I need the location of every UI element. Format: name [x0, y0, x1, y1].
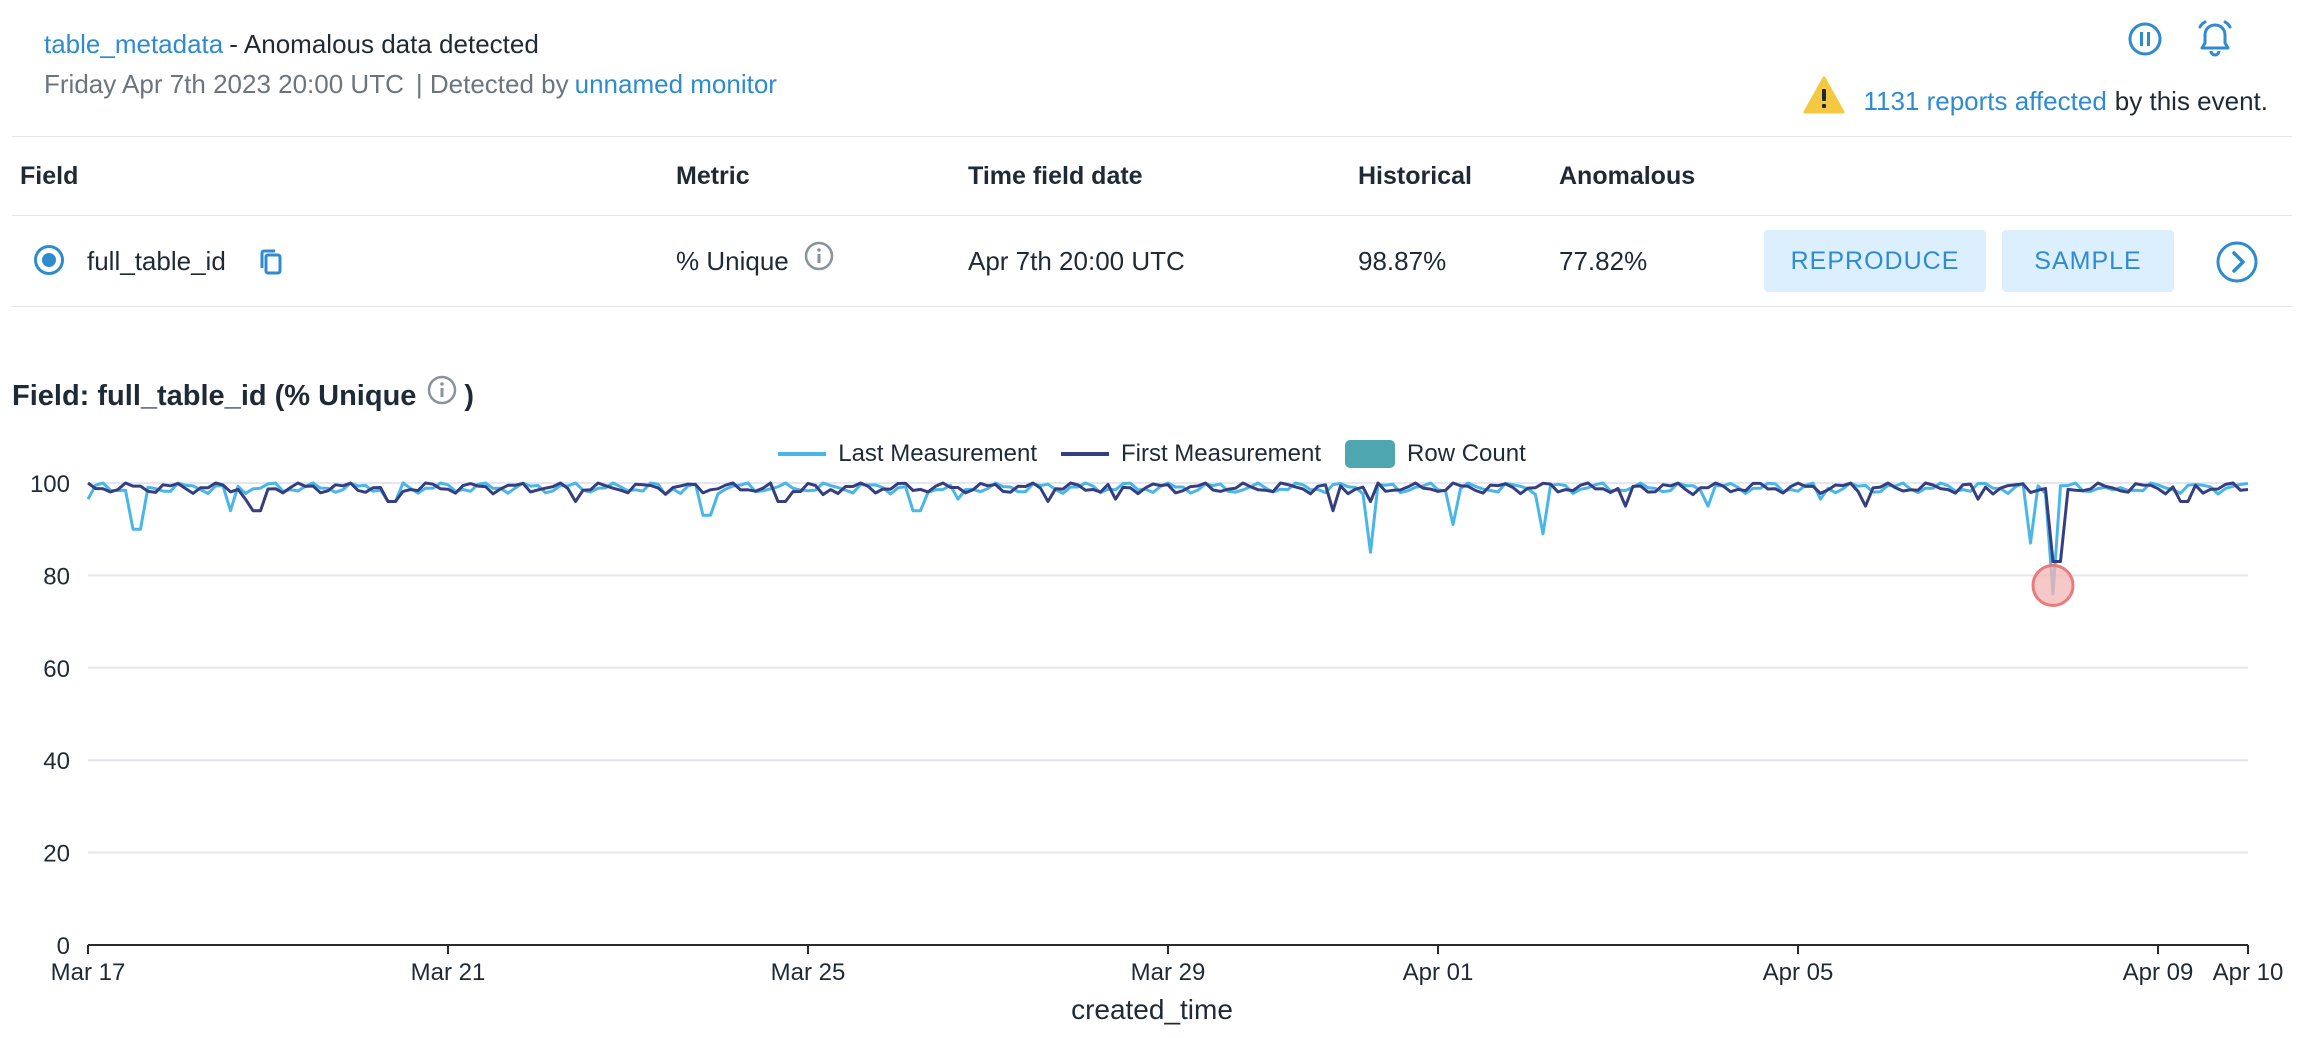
header-actions	[2124, 18, 2236, 60]
line-chart: 0 20 40 60 80 100 Mar 17 Mar 21 Mar 25 Mar 29 Apr …	[30, 471, 2284, 986]
copy-icon[interactable]	[258, 248, 284, 283]
legend-label: First Measurement	[1120, 440, 1322, 467]
column-header-historical: Historical	[1358, 162, 1472, 190]
reproduce-button[interactable]: REPRODUCE	[1764, 230, 1986, 292]
time-field-value: Apr 7th 20:00 UTC	[968, 246, 1185, 276]
legend-swatch	[1060, 452, 1109, 456]
event-title: Anomalous data detected	[243, 29, 539, 59]
divider	[12, 306, 2292, 307]
legend-swatch	[778, 452, 827, 456]
y-tick-label: 80	[43, 563, 70, 590]
affected-reports-link[interactable]: 1131 reports affected	[1863, 81, 2106, 121]
chart-title-suffix: )	[464, 379, 475, 412]
event-header: table_metadata - Anomalous data detected F…	[44, 26, 777, 102]
y-tick-label: 40	[43, 748, 70, 775]
table-link[interactable]: table_metadata	[44, 29, 223, 59]
detected-by-label: | Detected by	[415, 69, 569, 99]
series-line-first	[87, 481, 2249, 563]
chart-title: Field: full_table_id (% Unique )	[12, 374, 474, 417]
anomaly-table: Field Metric Time field date Historical …	[12, 136, 2292, 307]
row-select-radio[interactable]	[34, 245, 64, 275]
y-tick-label: 20	[43, 841, 70, 868]
monitor-link[interactable]: unnamed monitor	[575, 69, 777, 99]
chart-legend: Last Measurement First Measurement Row C…	[0, 440, 2304, 468]
table-header: Field Metric Time field date Historical …	[12, 137, 2292, 215]
info-icon[interactable]	[426, 374, 458, 417]
chevron-right-icon[interactable]	[2216, 241, 2258, 290]
legend-item-first[interactable]: First Measurement	[1060, 440, 1322, 468]
metric-value: % Unique	[676, 246, 789, 276]
x-tick-label: Apr 01	[1403, 959, 1474, 986]
bell-icon[interactable]	[2194, 18, 2236, 60]
y-tick-label: 0	[57, 933, 70, 960]
column-header-field: Field	[20, 162, 79, 190]
field-name: full_table_id	[87, 246, 226, 276]
info-icon[interactable]	[803, 218, 835, 308]
x-tick-label: Apr 10	[2213, 959, 2284, 986]
anomaly-marker	[2031, 563, 2075, 607]
event-title-line: table_metadata - Anomalous data detected	[44, 26, 777, 62]
affected-reports: 1131 reports affected by this event.	[1803, 76, 2268, 125]
column-header-metric: Metric	[676, 162, 750, 190]
x-tick-label: Mar 17	[51, 959, 126, 986]
chart-title-text: Field: full_table_id (% Unique	[12, 379, 417, 412]
column-header-anomalous: Anomalous	[1559, 162, 1696, 190]
x-tick-label: Mar 29	[1131, 959, 1206, 986]
legend-swatch	[1345, 440, 1396, 468]
affected-reports-tail: by this event.	[2114, 85, 2268, 116]
x-tick-label: Apr 05	[1763, 959, 1834, 986]
x-tick-label: Mar 25	[771, 959, 846, 986]
series-line-last	[86, 481, 2249, 596]
column-header-time: Time field date	[968, 162, 1143, 190]
warning-icon	[1803, 76, 1845, 125]
x-tick-label: Apr 09	[2123, 959, 2194, 986]
anomalous-value: 77.82%	[1559, 246, 1648, 276]
legend-item-rowcount[interactable]: Row Count	[1345, 440, 1526, 468]
legend-item-last[interactable]: Last Measurement	[778, 440, 1037, 468]
legend-label: Row Count	[1407, 440, 1526, 467]
title-separator: -	[229, 29, 238, 59]
event-date: Friday Apr 7th 2023 20:00 UTC	[44, 69, 404, 99]
event-subtitle: Friday Apr 7th 2023 20:00 UTC | Detected …	[44, 66, 777, 102]
x-tick-label: Mar 21	[411, 959, 486, 986]
legend-label: Last Measurement	[838, 440, 1037, 467]
table-row: full_table_id % Unique Apr 7th 20:00 UTC…	[12, 216, 2292, 306]
x-axis-title: created_time	[1071, 994, 1233, 1025]
metric-cell: % Unique	[676, 216, 835, 308]
y-tick-label: 60	[43, 656, 70, 683]
pause-icon[interactable]	[2124, 18, 2166, 60]
y-tick-label: 100	[30, 471, 70, 498]
sample-button[interactable]: SAMPLE	[2002, 230, 2174, 292]
historical-value: 98.87%	[1358, 246, 1447, 276]
